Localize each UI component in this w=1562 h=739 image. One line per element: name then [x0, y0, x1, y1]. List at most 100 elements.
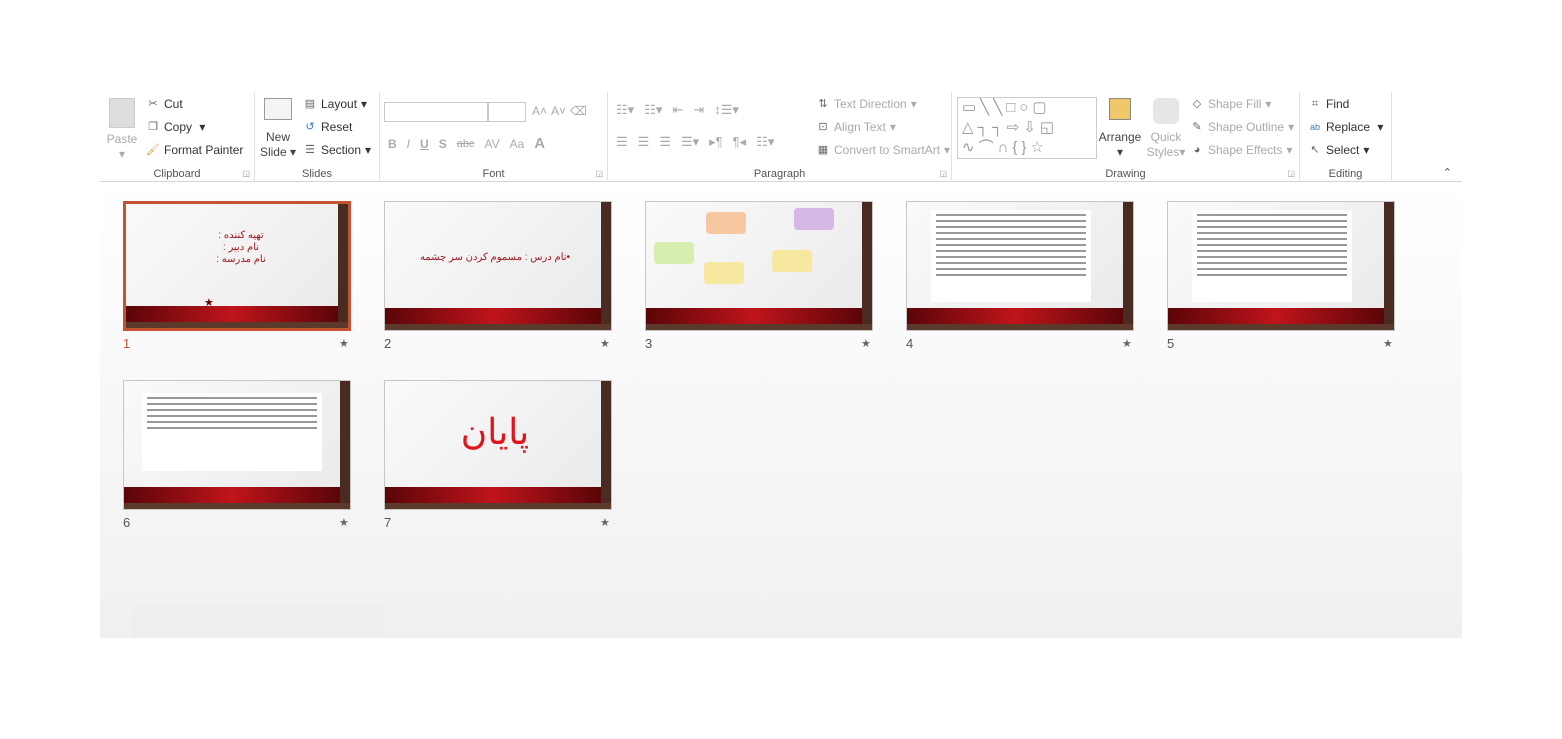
- align-center-icon[interactable]: ☰: [638, 134, 650, 150]
- shrink-font-icon[interactable]: A˅: [551, 104, 566, 118]
- slide-number: 5: [1167, 336, 1175, 351]
- dialog-launcher-icon[interactable]: ◲: [1287, 169, 1295, 178]
- paint-bucket-icon: ◇: [1192, 98, 1202, 110]
- animation-star-icon[interactable]: ★: [600, 337, 610, 350]
- collapse-ribbon-icon[interactable]: ⌃: [1443, 166, 1452, 179]
- brick-wall: [862, 202, 872, 330]
- strikethrough-button[interactable]: abc: [457, 138, 475, 150]
- brick-wall: [601, 202, 611, 330]
- scroll-area: [133, 605, 383, 638]
- align-text-icon: ⊡: [818, 121, 828, 133]
- dialog-launcher-icon[interactable]: ◲: [242, 169, 250, 178]
- copy-button[interactable]: ❐ Copy ▾: [146, 120, 205, 134]
- dialog-launcher-icon[interactable]: ◲: [595, 169, 603, 178]
- replace-button[interactable]: ab Replace ▾: [1308, 120, 1383, 134]
- slide-thumbnail[interactable]: [906, 201, 1134, 331]
- font-name-field[interactable]: [384, 102, 488, 122]
- paragraph-label: Paragraph: [753, 168, 806, 180]
- paragraph-group: ☷▾ ☷▾ ⇤ ⇥ ↕☰▾ ☰ ☰ ☰ ☰▾ ▸¶ ¶◂ ☷▾ ⇅ Text Direction ▾ ⊡…: [608, 92, 952, 182]
- slides-label: Slides: [302, 168, 332, 180]
- paintbrush-icon: 🖌: [146, 144, 160, 156]
- text-box: [1192, 210, 1352, 302]
- line-spacing-icon[interactable]: ↕☰▾: [714, 102, 739, 118]
- speech-bubble: [794, 208, 834, 230]
- justify-icon[interactable]: ☰▾: [681, 134, 699, 150]
- bold-button[interactable]: B: [388, 137, 397, 151]
- arrange-button[interactable]: Arrange ▾: [1098, 98, 1142, 160]
- slide-text: تهیه کننده :: [218, 230, 264, 241]
- quick-styles-button[interactable]: Quick Styles▾: [1146, 98, 1186, 160]
- find-button[interactable]: ⌗ Find: [1308, 97, 1349, 111]
- text-direction-button[interactable]: ⇅ Text Direction ▾: [816, 97, 916, 111]
- layout-button[interactable]: ▤ Layout ▾: [303, 97, 367, 111]
- editing-group: ⌗ Find ab Replace ▾ ↖ Select ▾ Editing: [1300, 92, 1392, 182]
- animation-star-icon[interactable]: ★: [600, 516, 610, 529]
- replace-icon: ab: [1309, 122, 1320, 132]
- reset-button[interactable]: ↺ Reset: [303, 120, 352, 134]
- new-slide-button[interactable]: New Slide ▾: [259, 98, 297, 160]
- align-left-icon[interactable]: ☰: [616, 134, 628, 150]
- char-spacing-button[interactable]: AV: [484, 137, 499, 151]
- dialog-launcher-icon[interactable]: ◲: [939, 169, 947, 178]
- cut-button[interactable]: ✂ Cut: [146, 97, 182, 111]
- brick-wall: [1384, 202, 1394, 330]
- red-band: [124, 487, 340, 503]
- columns-icon[interactable]: ☷▾: [756, 134, 774, 150]
- slide-number: 3: [645, 336, 653, 351]
- paste-icon: [109, 98, 135, 128]
- red-band: [126, 306, 338, 322]
- red-band: [385, 487, 601, 503]
- align-text-button[interactable]: ⊡ Align Text ▾: [816, 120, 895, 134]
- slide-title: پایان: [460, 411, 530, 452]
- slide-thumbnail[interactable]: •نام درس : مسموم کردن سر چشمه: [384, 201, 612, 331]
- italic-button[interactable]: I: [407, 137, 410, 151]
- slide-thumbnail[interactable]: [1167, 201, 1395, 331]
- bullets-icon[interactable]: ☷▾: [616, 102, 634, 118]
- rtl-icon[interactable]: ¶◂: [733, 134, 747, 150]
- shapes-gallery[interactable]: ▭╲╲□○▢ △┐┐⇨⇩◱ ∿⌒∩{}☆: [957, 97, 1097, 159]
- pencil-icon: ✎: [1192, 121, 1202, 133]
- brick-wall: [338, 204, 348, 328]
- animation-star-icon[interactable]: ★: [339, 337, 349, 350]
- font-color-button[interactable]: A: [534, 135, 545, 152]
- slide-thumbnail[interactable]: تهیه کننده : نام دبیر : نام مدرسه : ★: [123, 201, 351, 331]
- section-icon: ☰: [305, 144, 315, 156]
- animation-star-icon[interactable]: ★: [1122, 337, 1132, 350]
- clipboard-label: Clipboard: [153, 168, 201, 180]
- text-box: [142, 393, 322, 471]
- slide-thumbnail[interactable]: پایان: [384, 380, 612, 510]
- shape-outline-button[interactable]: ✎ Shape Outline ▾: [1190, 120, 1294, 134]
- copy-icon: ❐: [148, 121, 158, 133]
- change-case-button[interactable]: Aa: [510, 137, 525, 151]
- brick-wall: [1123, 202, 1133, 330]
- text-direction-icon: ⇅: [818, 98, 828, 110]
- shape-effects-button[interactable]: ◕ Shape Effects ▾: [1190, 143, 1293, 157]
- align-right-icon[interactable]: ☰: [659, 134, 671, 150]
- numbering-icon[interactable]: ☷▾: [644, 102, 662, 118]
- animation-star-icon[interactable]: ★: [339, 516, 349, 529]
- red-band: [385, 308, 601, 324]
- slide-thumbnail[interactable]: [645, 201, 873, 331]
- format-painter-button[interactable]: 🖌 Format Painter: [146, 143, 243, 157]
- animation-star-icon[interactable]: ★: [1383, 337, 1393, 350]
- increase-indent-icon[interactable]: ⇥: [693, 102, 704, 118]
- paste-button[interactable]: Paste ▾: [104, 98, 140, 162]
- slide-thumbnail[interactable]: [123, 380, 351, 510]
- shadow-button[interactable]: S: [439, 137, 447, 151]
- ltr-icon[interactable]: ▸¶: [709, 134, 723, 150]
- section-button[interactable]: ☰ Section ▾: [303, 143, 371, 157]
- font-size-field[interactable]: [488, 102, 526, 122]
- select-button[interactable]: ↖ Select ▾: [1308, 143, 1369, 157]
- slide-number: 6: [123, 515, 131, 530]
- smartart-button[interactable]: ▦ Convert to SmartArt ▾: [816, 143, 950, 157]
- editing-label: Editing: [1328, 168, 1363, 180]
- animation-star-icon[interactable]: ★: [861, 337, 871, 350]
- shape-effects-icon: ◕: [1193, 144, 1201, 156]
- font-size-buttons[interactable]: A˄ A˅ ⌫: [532, 104, 587, 118]
- scissors-icon: ✂: [148, 98, 158, 110]
- clear-format-icon[interactable]: ⌫: [570, 104, 587, 118]
- decrease-indent-icon[interactable]: ⇤: [672, 102, 683, 118]
- underline-button[interactable]: U: [420, 137, 429, 151]
- grow-font-icon[interactable]: A˄: [532, 104, 547, 118]
- shape-fill-button[interactable]: ◇ Shape Fill ▾: [1190, 97, 1272, 111]
